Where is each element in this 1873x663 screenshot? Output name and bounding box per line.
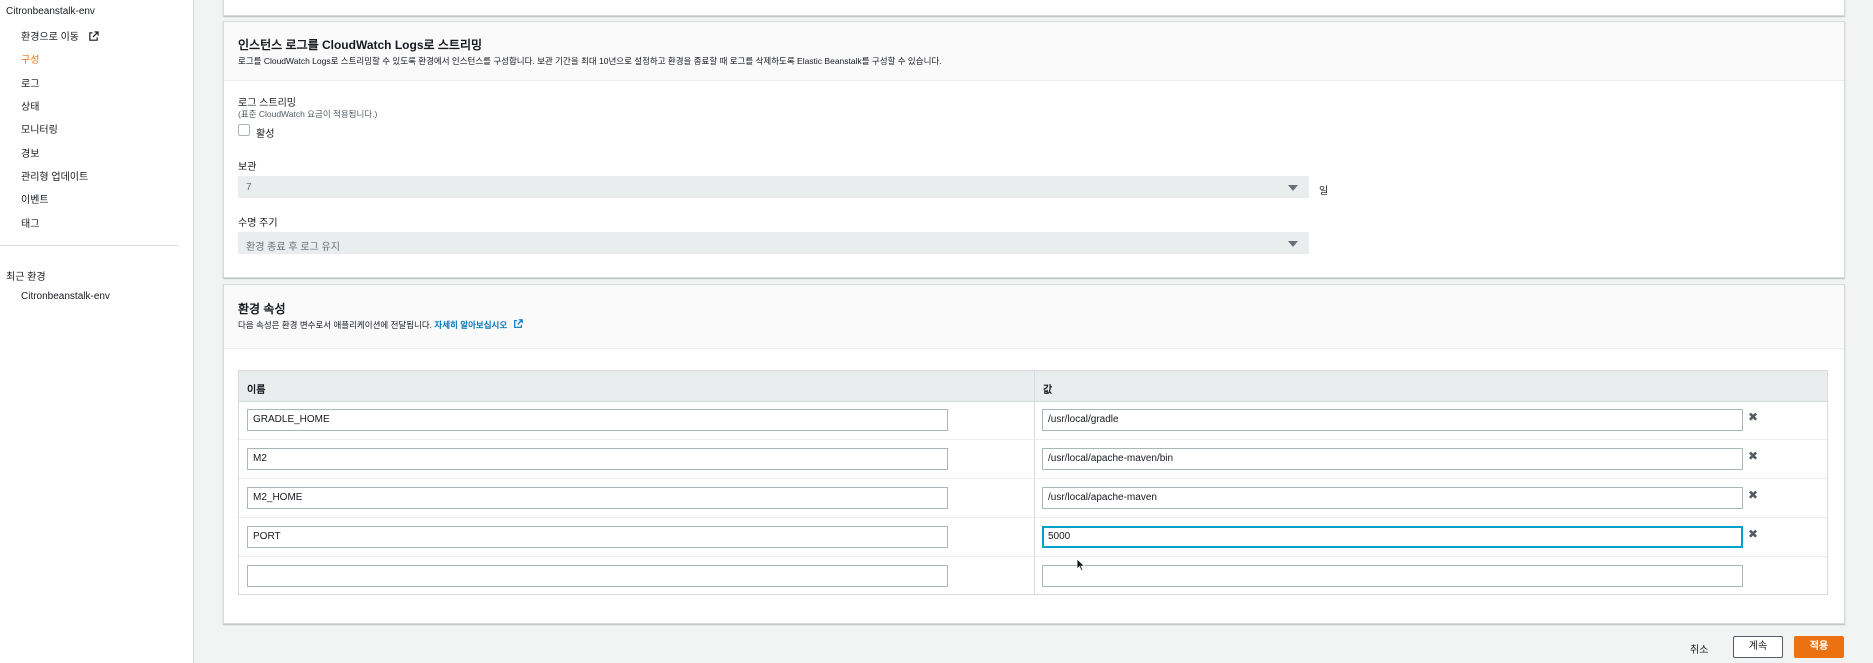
- env-props-description-text: 다음 속성은 환경 변수로서 애플리케이션에 전달됩니다.: [238, 320, 433, 330]
- row-divider: [239, 556, 1827, 557]
- column-divider: [1034, 371, 1035, 595]
- env-prop-name-input[interactable]: PORT: [247, 526, 948, 548]
- mouse-cursor-icon: [1076, 558, 1086, 572]
- sidebar-item-logs[interactable]: 로그: [21, 75, 39, 90]
- env-prop-name-input[interactable]: M2: [247, 448, 948, 470]
- panel-header: [224, 285, 1844, 349]
- env-props-table: 이름 값: [238, 370, 1828, 595]
- previous-panel: [223, 0, 1845, 16]
- env-prop-value-input[interactable]: 5000: [1042, 526, 1743, 548]
- continue-button[interactable]: 계속: [1733, 636, 1783, 658]
- sidebar-item-label: 환경으로 이동: [21, 32, 79, 43]
- env-prop-value-input[interactable]: [1042, 565, 1743, 587]
- sidebar: Citronbeanstalk-env 환경으로 이동 구성 로그 상태 모니터…: [0, 0, 194, 663]
- retention-selected-value: 7: [246, 182, 252, 193]
- retention-select[interactable]: 7: [238, 176, 1309, 198]
- log-streaming-label: 로그 스트리밍: [238, 98, 296, 109]
- env-prop-name-input[interactable]: [247, 565, 948, 587]
- chevron-down-icon: [1288, 241, 1298, 247]
- sidebar-item-go-to-env[interactable]: 환경으로 이동: [21, 28, 99, 43]
- sidebar-item-managed-updates[interactable]: 관리형 업데이트: [21, 168, 88, 183]
- recent-environment-item[interactable]: Citronbeanstalk-env: [21, 291, 110, 302]
- column-header-value: 값: [1043, 385, 1053, 396]
- apply-button[interactable]: 적용: [1794, 636, 1844, 658]
- env-prop-value-input[interactable]: /usr/local/apache-maven: [1042, 487, 1743, 509]
- sidebar-item-configuration[interactable]: 구성: [21, 51, 39, 66]
- retention-label: 보관: [238, 162, 257, 173]
- sidebar-divider: [0, 245, 178, 246]
- sidebar-item-events[interactable]: 이벤트: [21, 191, 49, 206]
- cloudwatch-panel-description: 로그를 CloudWatch Logs로 스트리밍할 수 있도록 환경에서 인스…: [238, 56, 942, 66]
- env-props-title: 환경 속성: [238, 302, 286, 316]
- sidebar-item-health[interactable]: 상태: [21, 98, 39, 113]
- close-icon[interactable]: ✖: [1748, 488, 1758, 502]
- env-prop-name-input[interactable]: GRADLE_HOME: [247, 409, 948, 431]
- cloudwatch-panel-title: 인스턴스 로그를 CloudWatch Logs로 스트리밍: [238, 38, 483, 52]
- sidebar-item-tags[interactable]: 태그: [21, 215, 39, 230]
- chevron-down-icon: [1288, 185, 1298, 191]
- row-divider: [239, 439, 1827, 440]
- table-header: [239, 371, 1827, 402]
- retention-unit: 일: [1319, 186, 1329, 197]
- external-link-icon: [89, 31, 99, 41]
- lifecycle-select[interactable]: 환경 종료 후 로그 유지: [238, 232, 1309, 254]
- sidebar-item-alarms[interactable]: 경보: [21, 145, 39, 160]
- log-streaming-checkbox[interactable]: [238, 124, 250, 136]
- close-icon[interactable]: ✖: [1748, 449, 1758, 463]
- lifecycle-label: 수명 주기: [238, 218, 278, 229]
- env-prop-value-input[interactable]: /usr/local/gradle: [1042, 409, 1743, 431]
- learn-more-link[interactable]: 자세히 알아보십시오: [434, 320, 507, 330]
- column-header-name: 이름: [247, 385, 266, 396]
- sidebar-env-name[interactable]: Citronbeanstalk-env: [6, 6, 95, 17]
- row-divider: [239, 517, 1827, 518]
- env-prop-value-input[interactable]: /usr/local/apache-maven/bin: [1042, 448, 1743, 470]
- cancel-button[interactable]: 취소: [1690, 641, 1708, 656]
- external-link-icon[interactable]: [513, 319, 523, 329]
- recent-environments-title: 최근 환경: [6, 272, 46, 283]
- close-icon[interactable]: ✖: [1748, 410, 1758, 424]
- close-icon[interactable]: ✖: [1748, 527, 1758, 541]
- log-streaming-note: (표준 CloudWatch 요금이 적용됩니다.): [238, 109, 378, 119]
- row-divider: [239, 478, 1827, 479]
- env-prop-name-input[interactable]: M2_HOME: [247, 487, 948, 509]
- log-streaming-enable-label[interactable]: 활성: [256, 125, 274, 140]
- env-props-description: 다음 속성은 환경 변수로서 애플리케이션에 전달됩니다. 자세히 알아보십시오: [238, 319, 523, 331]
- sidebar-item-monitoring[interactable]: 모니터링: [21, 121, 58, 136]
- lifecycle-selected-value: 환경 종료 후 로그 유지: [246, 242, 340, 253]
